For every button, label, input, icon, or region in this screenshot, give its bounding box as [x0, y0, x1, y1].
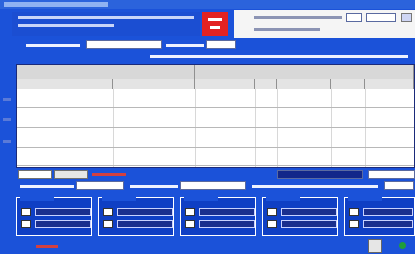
group-field-2[interactable]	[199, 220, 255, 228]
group-box-5	[344, 195, 415, 236]
group-box-title	[102, 195, 136, 201]
top-label-2	[254, 28, 320, 31]
bottom-input-3[interactable]	[384, 181, 414, 190]
app-window	[0, 0, 415, 254]
banner-line-1	[18, 16, 194, 19]
field-label-2	[166, 44, 204, 47]
field-input-1[interactable]	[86, 40, 162, 49]
settings-icon[interactable]	[368, 239, 382, 253]
group-checkbox-1[interactable]	[349, 208, 359, 216]
group-field-2[interactable]	[117, 220, 173, 228]
tab-1[interactable]	[18, 170, 52, 179]
group-field-2[interactable]	[363, 220, 413, 228]
bottom-input-2[interactable]	[180, 181, 246, 190]
table-row[interactable]	[17, 165, 414, 166]
top-right-controls	[234, 10, 415, 38]
group-checkbox-2[interactable]	[185, 220, 195, 228]
grid-vline	[255, 89, 256, 167]
grid-vline	[365, 89, 366, 167]
grid-group-header-left	[17, 65, 195, 79]
header-banner	[12, 12, 200, 36]
table-row[interactable]	[17, 147, 414, 148]
group-checkbox-2[interactable]	[349, 220, 359, 228]
tab-2[interactable]	[54, 170, 88, 179]
grid-col-header-2[interactable]	[113, 79, 195, 89]
group-field-1[interactable]	[281, 208, 337, 216]
field-input-2[interactable]	[206, 40, 236, 49]
banner-line-2	[18, 24, 114, 27]
group-box-1	[16, 195, 92, 236]
grid-col-header-5[interactable]	[277, 79, 331, 89]
grid-col-header-3[interactable]	[195, 79, 255, 89]
grid-vline	[331, 89, 332, 167]
data-grid	[16, 64, 415, 168]
bottom-right-button[interactable]	[368, 170, 415, 179]
group-checkbox-2[interactable]	[267, 220, 277, 228]
row-indicator[interactable]	[3, 118, 11, 121]
grid-col-header-4[interactable]	[255, 79, 277, 89]
grid-vline	[277, 89, 278, 167]
dropdown-chevron-icon[interactable]	[401, 13, 412, 22]
checkbox-icon[interactable]	[346, 13, 362, 22]
group-box-3	[180, 195, 256, 236]
status-bar	[0, 238, 415, 254]
group-box-4	[262, 195, 338, 236]
top-dropdown[interactable]	[366, 13, 396, 22]
grid-vline	[113, 89, 114, 167]
row-indicator[interactable]	[3, 140, 11, 143]
go-icon[interactable]	[399, 242, 406, 249]
field-label-1	[26, 44, 80, 47]
bottom-dark-dropdown[interactable]	[277, 170, 363, 179]
bottom-label-1	[20, 185, 74, 188]
group-field-2[interactable]	[35, 220, 91, 228]
group-field-1[interactable]	[117, 208, 173, 216]
group-field-2[interactable]	[281, 220, 337, 228]
group-box-title	[184, 195, 218, 201]
table-row[interactable]	[17, 127, 414, 128]
row-indicator[interactable]	[3, 98, 11, 101]
grid-vline	[195, 89, 196, 167]
group-checkbox-1[interactable]	[267, 208, 277, 216]
group-checkbox-1[interactable]	[21, 208, 31, 216]
left-row-indicator-strip	[0, 88, 16, 168]
group-field-1[interactable]	[363, 208, 413, 216]
badge-line-2	[210, 26, 220, 29]
group-checkbox-2[interactable]	[21, 220, 31, 228]
group-box-title	[266, 195, 300, 201]
grid-col-header-7[interactable]	[365, 79, 414, 89]
group-box-title	[348, 195, 382, 201]
red-status-label	[92, 173, 126, 176]
group-box-title	[20, 195, 54, 201]
group-checkbox-1[interactable]	[185, 208, 195, 216]
window-title-bar	[0, 0, 415, 9]
top-label-1	[254, 16, 342, 19]
group-field-1[interactable]	[35, 208, 91, 216]
grid-col-header-1[interactable]	[17, 79, 113, 89]
status-red-label	[36, 245, 58, 248]
group-box-2	[98, 195, 174, 236]
badge-line-1	[208, 18, 222, 21]
grid-col-header-6[interactable]	[331, 79, 365, 89]
info-line	[150, 55, 408, 58]
group-checkbox-2[interactable]	[103, 220, 113, 228]
group-field-1[interactable]	[199, 208, 255, 216]
table-row[interactable]	[17, 107, 414, 108]
bottom-input-1[interactable]	[76, 181, 124, 190]
grid-group-header-right	[195, 65, 414, 79]
group-checkbox-1[interactable]	[103, 208, 113, 216]
status-badge	[202, 12, 228, 36]
bottom-label-2	[130, 185, 178, 188]
window-title-placeholder	[4, 2, 108, 7]
bottom-label-3	[252, 185, 378, 188]
